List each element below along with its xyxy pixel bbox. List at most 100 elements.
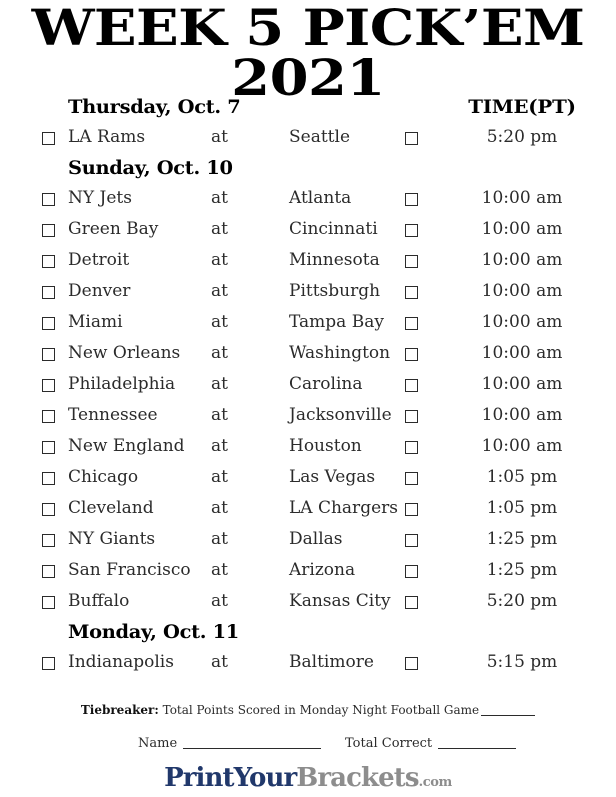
- away-team-checkbox[interactable]: [42, 348, 55, 361]
- home-team-checkbox[interactable]: [405, 286, 418, 299]
- game-row: Green Bay at Cincinnati 10:00 am: [0, 218, 616, 249]
- tiebreaker-text: Total Points Scored in Monday Night Foot…: [162, 703, 480, 717]
- game-time: 10:00 am: [481, 436, 563, 456]
- date-header-label: Thursday, Oct. 7: [68, 96, 241, 118]
- pickem-sheet: TIME(PT) Thursday, Oct. 7 LA Rams at Seattl…: [0, 96, 616, 682]
- at-separator: at: [211, 127, 228, 147]
- home-team-checkbox[interactable]: [405, 132, 418, 145]
- home-team-name: Baltimore: [289, 652, 374, 672]
- away-team-name: Green Bay: [68, 219, 159, 239]
- home-team-name: Seattle: [289, 127, 351, 147]
- away-team-checkbox[interactable]: [42, 286, 55, 299]
- at-separator: at: [211, 652, 228, 672]
- away-team-name: New Orleans: [68, 343, 181, 363]
- home-team-checkbox[interactable]: [405, 379, 418, 392]
- away-team-checkbox[interactable]: [42, 534, 55, 547]
- page-title-line-1: WEEK 5 PICK’EM: [31, 0, 585, 57]
- tiebreaker-label: Tiebreaker:: [80, 703, 159, 717]
- away-team-name: Cleveland: [68, 498, 154, 518]
- at-separator: at: [211, 498, 228, 518]
- at-separator: at: [211, 343, 228, 363]
- game-time: 1:25 pm: [486, 560, 558, 580]
- home-team-checkbox[interactable]: [405, 503, 418, 516]
- game-time: 10:00 am: [481, 188, 563, 208]
- home-team-checkbox[interactable]: [405, 441, 418, 454]
- game-time: 1:05 pm: [486, 498, 558, 518]
- logo-part-dotcom: .com: [418, 775, 453, 790]
- game-time: 10:00 am: [481, 250, 563, 270]
- game-row: NY Giants at Dallas 1:25 pm: [0, 528, 616, 559]
- away-team-checkbox[interactable]: [42, 255, 55, 268]
- home-team-checkbox[interactable]: [405, 348, 418, 361]
- total-correct-blank[interactable]: [438, 748, 517, 749]
- away-team-checkbox[interactable]: [42, 596, 55, 609]
- at-separator: at: [211, 560, 228, 580]
- away-team-name: Denver: [68, 281, 131, 301]
- game-time: 10:00 am: [481, 312, 563, 332]
- away-team-checkbox[interactable]: [42, 503, 55, 516]
- total-correct-label: Total Correct: [345, 736, 433, 751]
- site-logo[interactable]: PrintYourBrackets.com: [0, 765, 616, 791]
- away-team-name: NY Giants: [68, 529, 156, 549]
- name-blank[interactable]: [183, 748, 322, 749]
- game-row: Detroit at Minnesota 10:00 am: [0, 249, 616, 280]
- away-team-checkbox[interactable]: [42, 132, 55, 145]
- game-row: New England at Houston 10:00 am: [0, 435, 616, 466]
- game-row: Indianapolis at Baltimore 5:15 pm: [0, 651, 616, 682]
- away-team-checkbox[interactable]: [42, 193, 55, 206]
- at-separator: at: [211, 591, 228, 611]
- home-team-checkbox[interactable]: [405, 565, 418, 578]
- game-row: Denver at Pittsburgh 10:00 am: [0, 280, 616, 311]
- game-row: New Orleans at Washington 10:00 am: [0, 342, 616, 373]
- away-team-checkbox[interactable]: [42, 565, 55, 578]
- home-team-checkbox[interactable]: [405, 410, 418, 423]
- game-time: 10:00 am: [481, 374, 563, 394]
- at-separator: at: [211, 374, 228, 394]
- home-team-name: Dallas: [289, 529, 343, 549]
- away-team-checkbox[interactable]: [42, 472, 55, 485]
- tiebreaker-blank[interactable]: [481, 715, 536, 716]
- home-team-name: LA Chargers: [289, 498, 398, 518]
- at-separator: at: [211, 281, 228, 301]
- home-team-checkbox[interactable]: [405, 596, 418, 609]
- away-team-checkbox[interactable]: [42, 657, 55, 670]
- home-team-name: Pittsburgh: [289, 281, 381, 301]
- at-separator: at: [211, 405, 228, 425]
- home-team-checkbox[interactable]: [405, 472, 418, 485]
- at-separator: at: [211, 467, 228, 487]
- game-time: 5:15 pm: [486, 652, 558, 672]
- home-team-checkbox[interactable]: [405, 224, 418, 237]
- game-row: NY Jets at Atlanta 10:00 am: [0, 187, 616, 218]
- away-team-name: San Francisco: [68, 560, 191, 580]
- away-team-name: New England: [68, 436, 185, 456]
- date-header-row: Thursday, Oct. 7: [0, 96, 616, 126]
- home-team-name: Minnesota: [289, 250, 380, 270]
- logo-part-printyour: PrintYour: [164, 763, 297, 793]
- home-team-checkbox[interactable]: [405, 534, 418, 547]
- logo-part-brackets: Brackets: [296, 763, 419, 793]
- game-row: San Francisco at Arizona 1:25 pm: [0, 559, 616, 590]
- home-team-checkbox[interactable]: [405, 317, 418, 330]
- home-team-name: Kansas City: [289, 591, 391, 611]
- home-team-checkbox[interactable]: [405, 657, 418, 670]
- home-team-name: Tampa Bay: [289, 312, 384, 332]
- home-team-name: Cincinnati: [289, 219, 378, 239]
- away-team-checkbox[interactable]: [42, 410, 55, 423]
- game-time: 1:05 pm: [486, 467, 558, 487]
- away-team-checkbox[interactable]: [42, 441, 55, 454]
- away-team-name: Miami: [68, 312, 123, 332]
- tiebreaker-line: Tiebreaker: Total Points Scored in Monda…: [0, 703, 616, 717]
- away-team-checkbox[interactable]: [42, 379, 55, 392]
- home-team-name: Atlanta: [289, 188, 352, 208]
- home-team-checkbox[interactable]: [405, 255, 418, 268]
- away-team-name: Buffalo: [68, 591, 130, 611]
- at-separator: at: [211, 188, 228, 208]
- away-team-checkbox[interactable]: [42, 224, 55, 237]
- away-team-checkbox[interactable]: [42, 317, 55, 330]
- at-separator: at: [211, 529, 228, 549]
- home-team-checkbox[interactable]: [405, 193, 418, 206]
- home-team-name: Carolina: [289, 374, 363, 394]
- game-row: Philadelphia at Carolina 10:00 am: [0, 373, 616, 404]
- game-time: 10:00 am: [481, 219, 563, 239]
- home-team-name: Jacksonville: [289, 405, 392, 425]
